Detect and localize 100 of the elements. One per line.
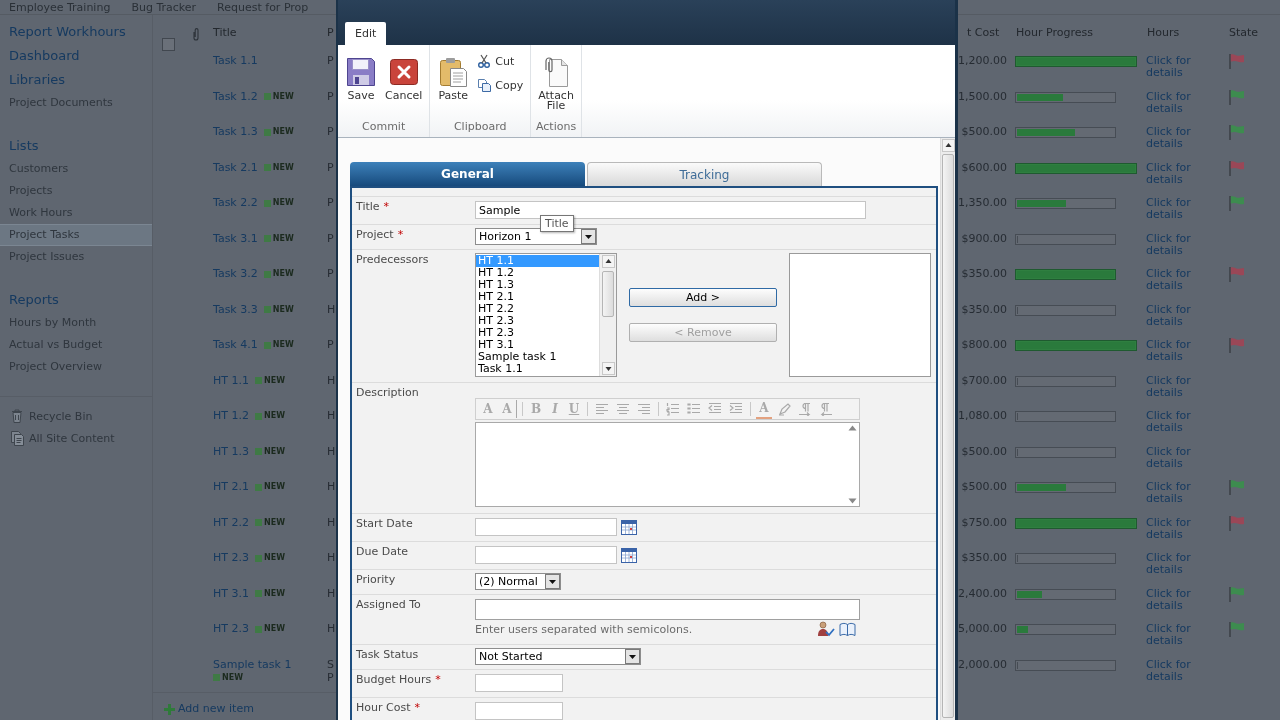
people-input[interactable] xyxy=(475,599,860,620)
column-header[interactable]: Hour Progress xyxy=(1016,26,1093,39)
sidebar-item[interactable]: Project Tasks xyxy=(0,224,152,246)
list-option[interactable]: HT 3.1 xyxy=(476,339,599,351)
add-new-item-link[interactable]: Add new item xyxy=(178,702,254,716)
sidebar-heading[interactable]: Dashboard xyxy=(0,44,80,68)
text-input[interactable]: Sample xyxy=(475,201,866,219)
description-textarea[interactable] xyxy=(475,422,860,507)
form-tab[interactable]: General xyxy=(350,162,585,186)
details-link[interactable]: Click for details xyxy=(1146,410,1221,434)
documents-icon[interactable] xyxy=(10,430,24,446)
task-title-link[interactable]: Task 1.2 xyxy=(213,89,258,104)
task-title-link[interactable]: HT 2.3 xyxy=(213,622,249,636)
task-title-link[interactable]: HT 1.3 xyxy=(213,444,249,459)
new-label: NEW xyxy=(272,197,294,209)
list-option[interactable]: Sample task 1 xyxy=(476,351,599,363)
dropdown-select[interactable]: (2) Normal xyxy=(475,573,561,590)
task-title-link[interactable]: Task 3.1 xyxy=(213,231,258,246)
select-all-checkbox[interactable] xyxy=(162,38,175,51)
save-button[interactable]: Save xyxy=(343,50,379,120)
site-nav-link[interactable]: Request for Prop xyxy=(217,1,309,14)
details-link[interactable]: Click for details xyxy=(1146,658,1221,683)
column-header[interactable]: P xyxy=(327,26,334,39)
scrollbar[interactable] xyxy=(599,254,616,376)
task-title-link[interactable]: Task 4.1 xyxy=(213,338,258,352)
list-option[interactable]: HT 2.3 xyxy=(476,315,599,327)
recycle-bin-icon[interactable] xyxy=(10,408,24,424)
details-link[interactable]: Click for details xyxy=(1146,232,1221,257)
scrollbar-thumb[interactable] xyxy=(602,271,614,317)
task-title-link[interactable]: HT 2.2 xyxy=(213,515,249,530)
task-title-link[interactable]: Task 3.2 xyxy=(213,267,258,281)
list-option[interactable]: HT 1.2 xyxy=(476,267,599,279)
details-link[interactable]: Click for details xyxy=(1146,268,1221,292)
ribbon-tab[interactable]: Edit xyxy=(345,22,387,45)
scrollbar[interactable] xyxy=(940,138,955,720)
details-link[interactable]: Click for details xyxy=(1146,481,1221,505)
details-link[interactable]: Click for details xyxy=(1146,374,1221,399)
attach-file-button[interactable]: Attach File xyxy=(536,50,576,120)
details-link[interactable]: Click for details xyxy=(1146,90,1221,115)
details-link[interactable]: Click for details xyxy=(1146,339,1221,363)
text-input[interactable] xyxy=(475,674,563,692)
list-option[interactable]: HT 2.2 xyxy=(476,303,599,315)
site-nav-link[interactable]: Employee Training xyxy=(9,1,111,14)
text-input[interactable] xyxy=(475,702,563,720)
cost-text: $350.00 xyxy=(961,267,1007,281)
sidebar-heading[interactable]: Lists xyxy=(0,134,39,158)
sidebar-heading[interactable]: Reports xyxy=(0,288,59,312)
task-title-link[interactable]: HT 2.3 xyxy=(213,551,249,565)
sidebar-heading[interactable]: Report Workhours xyxy=(0,20,126,44)
dropdown-select[interactable]: Horizon 1 xyxy=(475,228,597,245)
task-title-link[interactable]: HT 1.1 xyxy=(213,373,249,388)
sidebar-heading[interactable]: Libraries xyxy=(0,68,66,92)
column-text: H xyxy=(327,622,335,635)
details-link[interactable]: Click for details xyxy=(1146,552,1221,576)
date-input[interactable] xyxy=(475,546,617,564)
task-title-link[interactable]: Task 2.2 xyxy=(213,196,258,210)
person-check-icon[interactable] xyxy=(817,621,835,637)
details-link[interactable]: Click for details xyxy=(1146,126,1221,150)
list-option[interactable]: Task 1.1 xyxy=(476,363,599,375)
details-link[interactable]: Click for details xyxy=(1146,623,1221,647)
task-title-link[interactable]: Task 2.1 xyxy=(213,160,258,175)
task-title-link[interactable]: HT 3.1 xyxy=(213,586,249,601)
site-nav-link[interactable]: Bug Tracker xyxy=(131,1,197,14)
date-input[interactable] xyxy=(475,518,617,536)
field-label: Priority xyxy=(356,573,396,587)
book-icon[interactable] xyxy=(839,621,856,637)
copy-button[interactable]: Copy xyxy=(475,74,526,96)
task-title-link[interactable]: Task 1.1 xyxy=(213,54,258,68)
details-link[interactable]: Click for details xyxy=(1146,587,1221,612)
plus-icon[interactable] xyxy=(164,703,175,715)
details-link[interactable]: Click for details xyxy=(1146,445,1221,470)
list-option[interactable]: HT 2.1 xyxy=(476,291,599,303)
details-link[interactable]: Click for details xyxy=(1146,516,1221,541)
list-option[interactable]: HT 2.3 xyxy=(476,327,599,339)
column-header[interactable]: State xyxy=(1229,26,1259,39)
details-link[interactable]: Click for details xyxy=(1146,303,1221,328)
form-tab[interactable]: Tracking xyxy=(587,162,822,186)
details-link[interactable]: Click for details xyxy=(1146,161,1221,186)
cancel-button[interactable]: Cancel xyxy=(383,50,425,120)
calendar-icon[interactable] xyxy=(621,519,637,535)
add-button[interactable]: Add > xyxy=(629,288,777,307)
task-title-link[interactable]: Task 3.3 xyxy=(213,302,258,317)
column-header[interactable]: t Cost xyxy=(967,26,1000,39)
calendar-icon[interactable] xyxy=(621,547,637,563)
cut-button[interactable]: Cut xyxy=(475,50,526,72)
task-title-link[interactable]: Task 1.3 xyxy=(213,125,258,139)
details-link[interactable]: Click for details xyxy=(1146,55,1221,79)
available-listbox[interactable]: HT 1.1 HT 1.2 HT 1.3 HT 2.1 HT 2.2 HT 2.3 HT 2.3 HT 3.1 Sample task 1 Task 1.1 xyxy=(475,253,617,377)
details-link[interactable]: Click for details xyxy=(1146,197,1221,221)
task-title-link[interactable]: HT 1.2 xyxy=(213,409,249,423)
paste-button[interactable]: Paste xyxy=(435,50,472,120)
task-title-link[interactable]: Sample task 1 xyxy=(213,657,292,672)
selected-listbox[interactable] xyxy=(789,253,931,377)
column-header[interactable]: Hours xyxy=(1147,26,1180,39)
list-option[interactable]: HT 1.1 xyxy=(476,255,599,267)
scrollbar-thumb[interactable] xyxy=(942,154,954,718)
task-title-link[interactable]: HT 2.1 xyxy=(213,480,249,494)
list-option[interactable]: HT 1.3 xyxy=(476,279,599,291)
column-header[interactable]: Title xyxy=(213,26,237,39)
dropdown-select[interactable]: Not Started xyxy=(475,648,641,665)
